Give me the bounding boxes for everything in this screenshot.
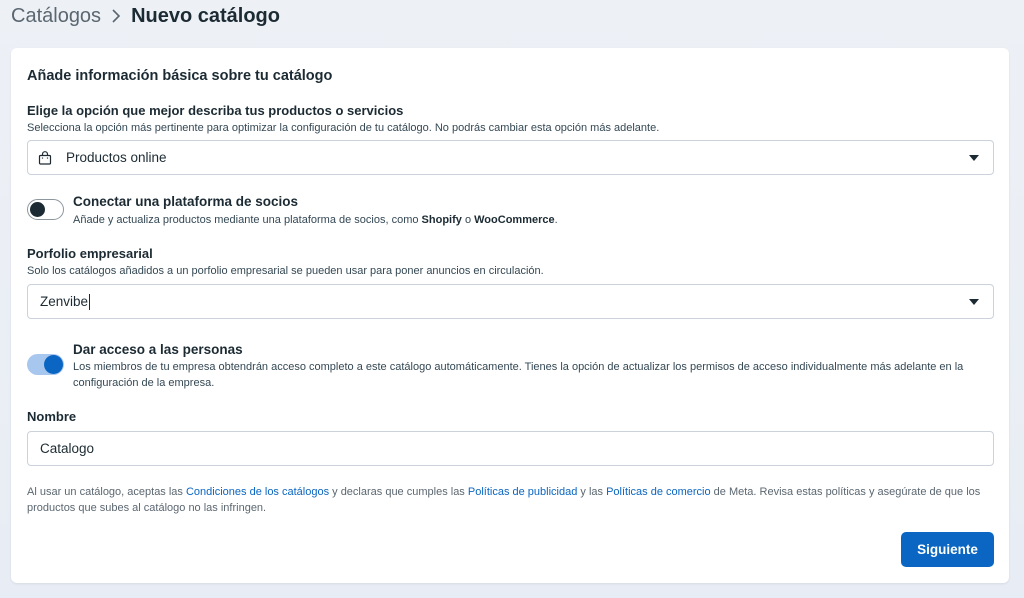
partner-platform-title: Conectar una plataforma de socios bbox=[73, 194, 299, 209]
people-access-desc: Los miembros de tu empresa obtendrán acc… bbox=[73, 361, 964, 389]
toggle-knob bbox=[44, 355, 63, 374]
commerce-policies-link[interactable]: Políticas de comercio bbox=[606, 486, 711, 498]
product-type-label: Elige la opción que mejor describa tus p… bbox=[27, 103, 404, 118]
business-portfolio-value: Zenvibe bbox=[40, 294, 89, 309]
toggle-knob bbox=[30, 202, 45, 217]
card-title: Añade información básica sobre tu catálo… bbox=[27, 68, 333, 84]
terms-text: Al usar un catálogo, aceptas las Condici… bbox=[27, 486, 981, 514]
partner-platform-toggle[interactable] bbox=[27, 199, 64, 220]
catalog-terms-link[interactable]: Condiciones de los catálogos bbox=[186, 486, 329, 498]
caret-down-icon bbox=[969, 299, 979, 305]
catalog-form-card: Añade información básica sobre tu catálo… bbox=[11, 48, 1009, 583]
partner-platform-desc: Añade y actualiza productos mediante una… bbox=[73, 214, 558, 226]
people-access-title: Dar acceso a las personas bbox=[73, 342, 243, 357]
product-type-select[interactable]: Productos online bbox=[27, 140, 994, 175]
caret-down-icon bbox=[969, 155, 979, 161]
shopping-bag-icon bbox=[38, 150, 52, 165]
page-title: Nuevo catálogo bbox=[131, 4, 280, 27]
woocommerce-name: WooCommerce bbox=[474, 214, 555, 226]
people-access-toggle[interactable] bbox=[27, 354, 64, 375]
next-button[interactable]: Siguiente bbox=[901, 532, 994, 567]
product-type-help: Selecciona la opción más pertinente para… bbox=[27, 122, 660, 134]
breadcrumb: Catálogos Nuevo catálogo bbox=[11, 4, 280, 28]
catalog-name-input[interactable]: Catalogo bbox=[27, 431, 994, 466]
business-portfolio-label: Porfolio empresarial bbox=[27, 246, 153, 261]
catalog-name-value: Catalogo bbox=[40, 441, 95, 456]
chevron-right-icon bbox=[111, 9, 121, 23]
breadcrumb-catalogs-link[interactable]: Catálogos bbox=[11, 5, 101, 28]
advertising-policies-link[interactable]: Políticas de publicidad bbox=[468, 486, 577, 498]
business-portfolio-help: Solo los catálogos añadidos a un porfoli… bbox=[27, 265, 544, 277]
business-portfolio-select[interactable]: Zenvibe bbox=[27, 284, 994, 319]
name-label: Nombre bbox=[27, 409, 77, 424]
text-cursor bbox=[89, 293, 91, 310]
product-type-value: Productos online bbox=[66, 150, 167, 165]
shopify-name: Shopify bbox=[421, 214, 462, 226]
